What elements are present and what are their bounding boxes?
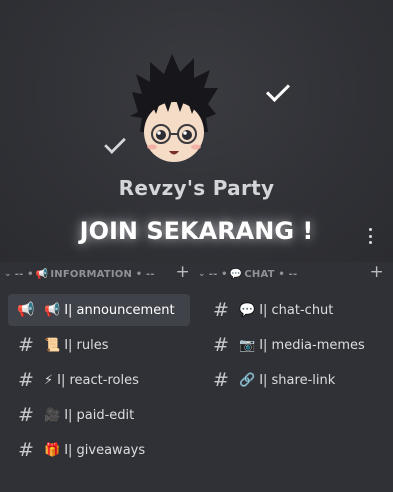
- hash-icon: #: [18, 404, 34, 426]
- avatar: [130, 54, 218, 162]
- link-icon: 🔗: [239, 372, 256, 388]
- checkmark-icon: [265, 77, 291, 103]
- category-suffix: • --: [278, 268, 298, 280]
- channel-rules[interactable]: # 📜 Ι| rules: [8, 329, 190, 361]
- channel-label: Ι| share-link: [259, 372, 336, 388]
- add-channel-button[interactable]: +: [176, 262, 190, 282]
- channel-share-link[interactable]: # 🔗 Ι| share-link: [203, 364, 385, 396]
- hash-icon: #: [18, 334, 34, 356]
- category-chat[interactable]: ⌄ -- • 💬 CHAT • -- +: [198, 262, 384, 283]
- megaphone-icon: 📢: [44, 302, 61, 318]
- camera-icon: 📷: [239, 337, 256, 353]
- channel-paid-edit[interactable]: # 🎥 Ι| paid-edit: [8, 399, 190, 431]
- speech-bubble-icon: 💬: [239, 302, 256, 318]
- hash-icon: #: [213, 369, 229, 391]
- channel-label: Ι| media-memes: [259, 337, 365, 353]
- channel-label: Ι| chat-chut: [259, 302, 334, 318]
- server-name: Revzy's Party: [118, 176, 275, 200]
- channel-label: Ι| react-roles: [57, 372, 139, 388]
- channel-giveaways[interactable]: # 🎁 Ι| giveaways: [8, 434, 190, 466]
- gift-icon: 🎁: [44, 442, 61, 458]
- banner-title: JOIN SEKARANG !: [79, 217, 314, 245]
- channel-label: Ι| announcement: [64, 302, 175, 318]
- hash-icon: #: [213, 299, 229, 321]
- channel-announcement[interactable]: 📢 📢 Ι| announcement: [8, 294, 190, 326]
- category-label: CHAT: [244, 268, 275, 280]
- category-information[interactable]: ⌄ -- • 📢 INFORMATION • -- +: [4, 262, 190, 283]
- category-suffix: • --: [135, 268, 155, 280]
- speech-bubble-icon: 💬: [229, 268, 243, 280]
- megaphone-icon: 📢: [35, 268, 49, 280]
- category-prefix: -- •: [14, 268, 34, 280]
- checkmark-icon: [104, 132, 126, 154]
- channel-label: Ι| paid-edit: [64, 407, 135, 423]
- hash-icon: #: [213, 334, 229, 356]
- lightning-icon: ⚡: [44, 372, 54, 388]
- category-label: INFORMATION: [50, 268, 133, 280]
- add-channel-button[interactable]: +: [370, 262, 384, 282]
- chevron-down-icon: ⌄: [198, 269, 206, 279]
- scroll-icon: 📜: [44, 337, 61, 353]
- channel-label: Ι| giveaways: [64, 442, 146, 458]
- channel-react-roles[interactable]: # ⚡ Ι| react-roles: [8, 364, 190, 396]
- chevron-down-icon: ⌄: [4, 269, 12, 279]
- hash-icon: #: [18, 369, 34, 391]
- video-camera-icon: 🎥: [44, 407, 61, 423]
- channel-media-memes[interactable]: # 📷 Ι| media-memes: [203, 329, 385, 361]
- announcement-channel-icon: 📢: [17, 302, 35, 318]
- category-prefix: -- •: [208, 268, 228, 280]
- channel-label: Ι| rules: [64, 337, 109, 353]
- kebab-menu-icon[interactable]: [362, 228, 378, 244]
- hash-icon: #: [18, 439, 34, 461]
- channel-chat-chut[interactable]: # 💬 Ι| chat-chut: [203, 294, 385, 326]
